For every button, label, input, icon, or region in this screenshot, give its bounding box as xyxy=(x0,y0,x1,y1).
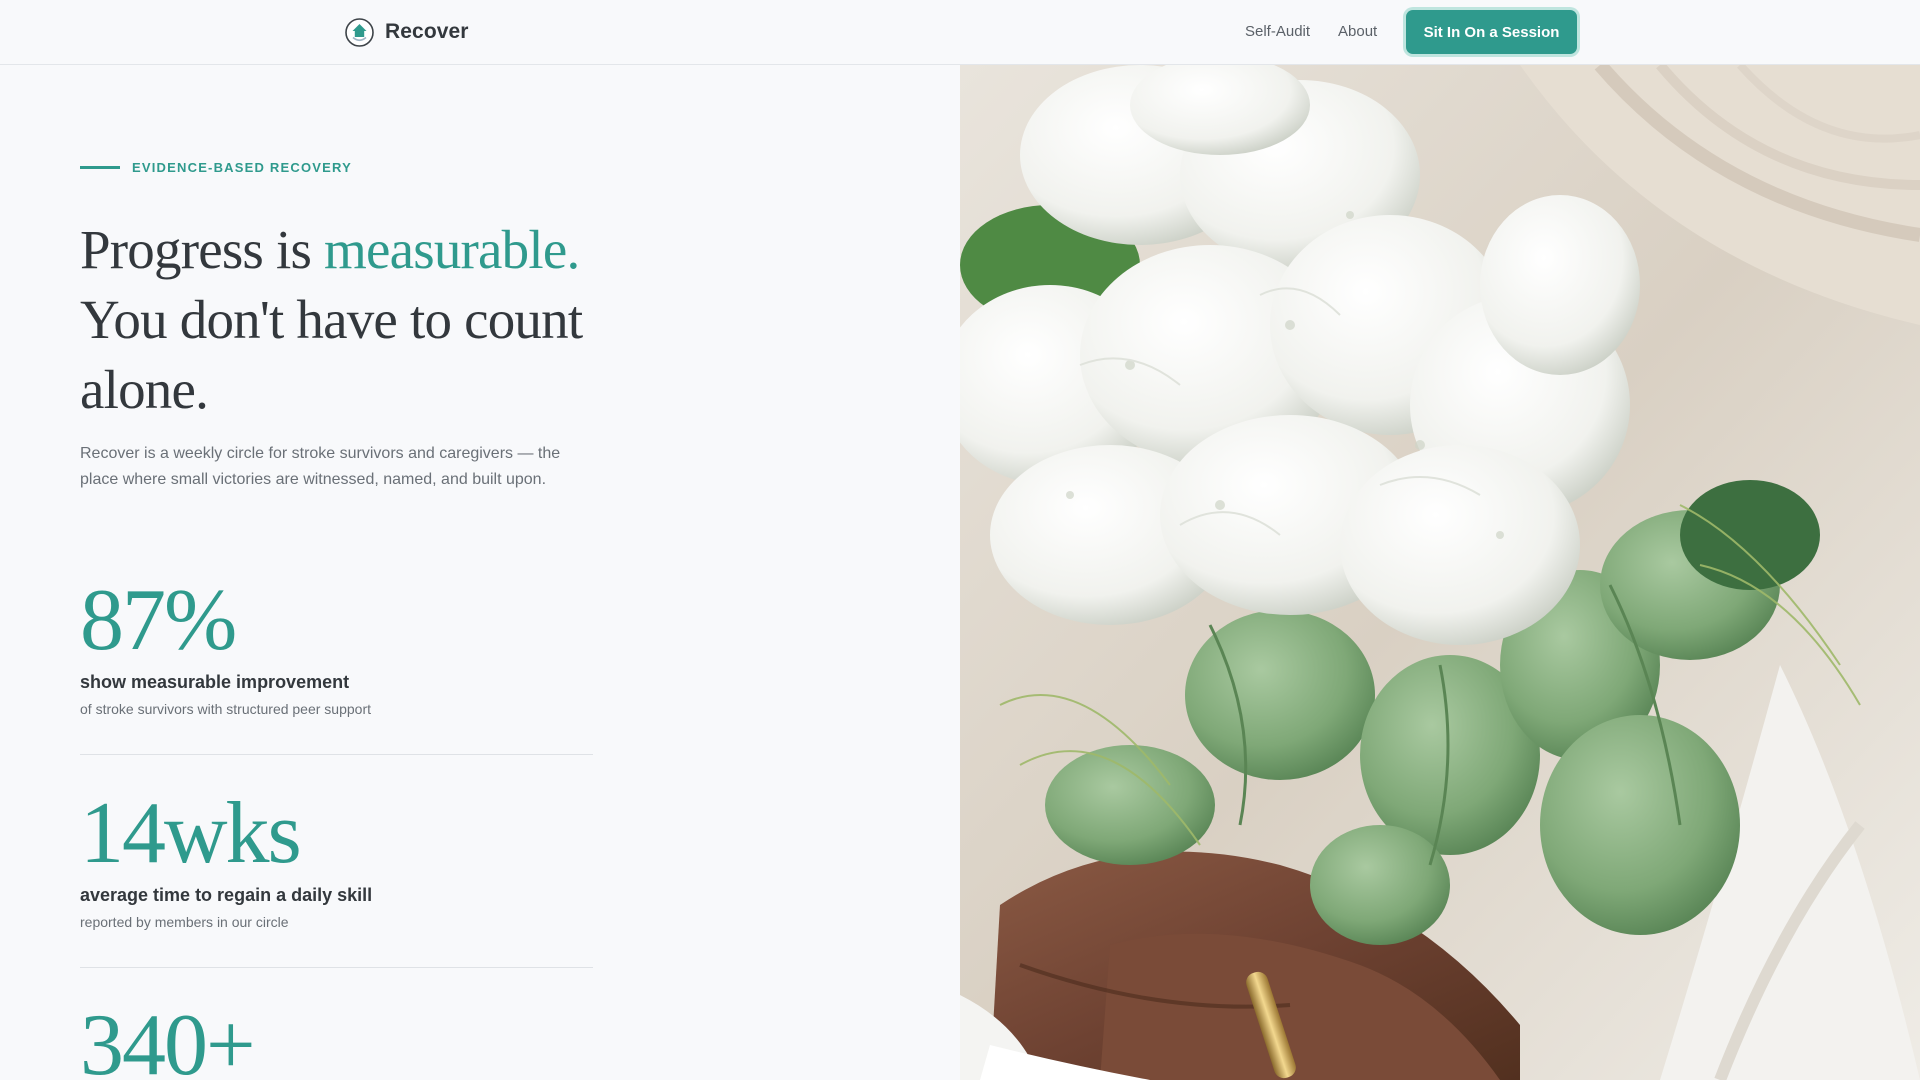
hero-headline: Progress is measurable. You don't have t… xyxy=(80,215,620,425)
stat-divider xyxy=(80,754,593,755)
headline-accent: measurable. xyxy=(324,219,580,280)
bouquet-photo xyxy=(960,65,1920,1080)
headline-part2: You don't have to count alone. xyxy=(80,289,583,420)
stat-improvement: 87% show measurable improvement of strok… xyxy=(80,572,593,718)
stat-sub: reported by members in our circle xyxy=(80,914,289,930)
stat-label: average time to regain a daily skill xyxy=(80,885,373,905)
hero-content: EVIDENCE-BASED RECOVERY Progress is meas… xyxy=(0,65,960,1080)
stat-time: 14wks average time to regain a daily ski… xyxy=(80,785,593,931)
nav-about[interactable]: About xyxy=(1338,23,1377,40)
stat-sub: of stroke survivors with structured peer… xyxy=(80,701,372,717)
stat-divider xyxy=(80,967,593,968)
stat-value: 340+ xyxy=(80,997,256,1080)
nav-self-audit[interactable]: Self-Audit xyxy=(1245,23,1310,40)
eyebrow-line xyxy=(80,166,120,169)
stat-value: 87% xyxy=(80,572,237,669)
eyebrow-text: EVIDENCE-BASED RECOVERY xyxy=(132,160,352,175)
brand-name: Recover xyxy=(385,20,469,43)
hero-photo xyxy=(960,65,1920,1080)
house-in-circle-icon xyxy=(345,17,374,47)
stat-members: 340+ xyxy=(80,1001,593,1080)
stat-label: show measurable improvement xyxy=(80,672,350,692)
site-header: Recover Self-Audit About Sit In On a Ses… xyxy=(0,0,1920,65)
sit-in-session-button[interactable]: Sit In On a Session xyxy=(1406,10,1577,54)
hero-lede: Recover is a weekly circle for stroke su… xyxy=(80,445,561,488)
stat-value: 14wks xyxy=(80,785,302,882)
headline-part1: Progress is xyxy=(80,219,325,280)
brand-home-link[interactable]: Recover xyxy=(344,16,469,48)
eyebrow: EVIDENCE-BASED RECOVERY xyxy=(80,160,352,175)
